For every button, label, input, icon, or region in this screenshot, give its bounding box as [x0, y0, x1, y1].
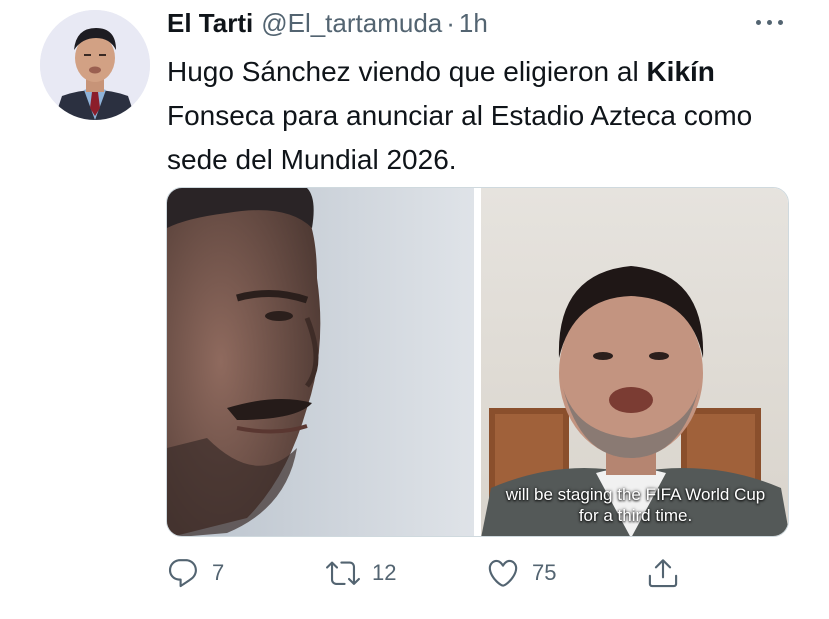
tweet-header: El Tarti @El_tartamuda · 1h: [167, 8, 488, 40]
reply-icon: [168, 559, 197, 588]
caption-line: for a third time.: [578, 506, 693, 525]
retweet-button[interactable]: 12: [326, 555, 396, 591]
tweet-media: will be staging the FIFA World Cup for a…: [166, 187, 789, 537]
media-photo-left[interactable]: [167, 188, 474, 536]
author-handle[interactable]: @El_tartamuda: [261, 8, 442, 39]
tweet-text-part: Fonseca para anunciar al Estadio Azteca …: [167, 100, 753, 175]
caption-line: will be staging the FIFA World Cup: [505, 485, 766, 504]
tweet-actions: 7 12 75: [166, 555, 686, 591]
reply-count: 7: [212, 560, 225, 585]
tweet-text-part: Hugo Sánchez viendo que eligieron al: [167, 56, 647, 87]
avatar-image: [40, 10, 150, 120]
like-button[interactable]: 75: [486, 555, 556, 591]
share-icon: [648, 559, 678, 588]
avatar[interactable]: [40, 10, 150, 120]
reply-button[interactable]: 7: [166, 555, 224, 591]
video-caption: will be staging the FIFA World Cup for a…: [481, 484, 788, 526]
retweet-count: 12: [372, 560, 397, 585]
tweet-text: Hugo Sánchez viendo que eligieron al Kik…: [167, 50, 807, 182]
header-separator: ·: [446, 8, 455, 38]
man-profile-photo: [167, 188, 474, 536]
heart-icon: [488, 559, 518, 587]
tweet-text-bold: Kikín: [646, 56, 715, 87]
retweet-icon: [326, 561, 360, 585]
tweet-timestamp[interactable]: 1h: [459, 8, 488, 39]
more-options-button[interactable]: [752, 10, 788, 34]
like-count: 75: [532, 560, 557, 585]
author-name[interactable]: El Tarti: [167, 8, 253, 39]
share-button[interactable]: [646, 555, 680, 591]
media-photo-right[interactable]: will be staging the FIFA World Cup for a…: [481, 188, 788, 536]
